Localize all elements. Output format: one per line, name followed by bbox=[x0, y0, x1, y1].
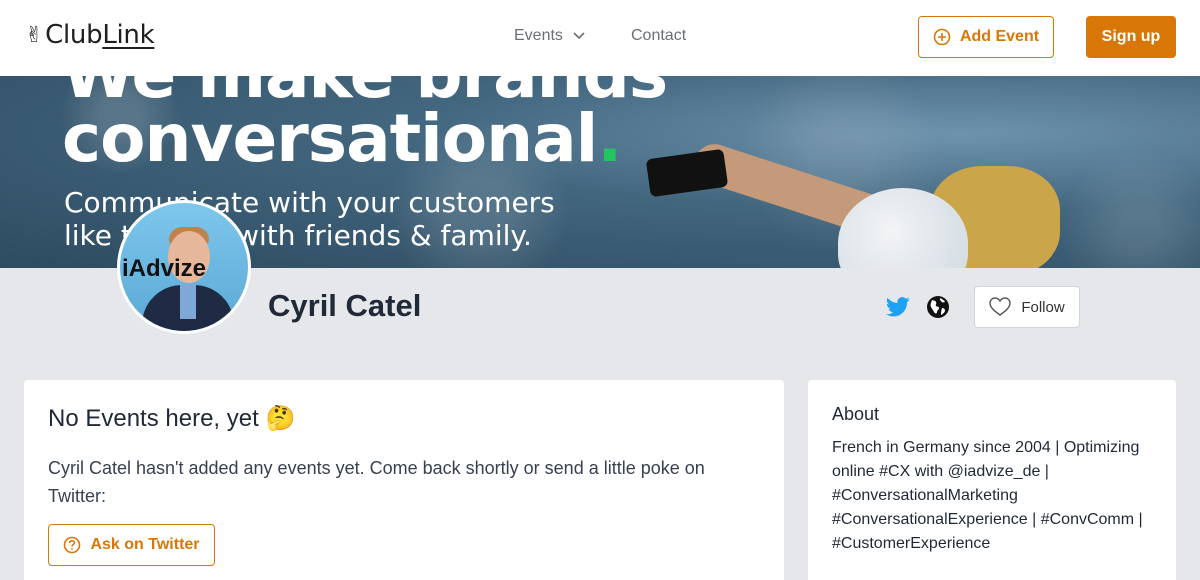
chevron-down-icon bbox=[573, 32, 585, 40]
nav-events-menu[interactable]: Events bbox=[514, 27, 585, 45]
logo-text-link: Link bbox=[102, 20, 155, 50]
avatar-shirt bbox=[180, 285, 196, 319]
nav-contact-label: Contact bbox=[631, 27, 687, 44]
logo-text-club: Club bbox=[45, 20, 103, 50]
question-circle-icon bbox=[64, 536, 81, 554]
add-event-button[interactable]: Add Event bbox=[918, 16, 1054, 58]
ask-on-twitter-label: Ask on Twitter bbox=[90, 536, 200, 553]
events-card: No Events here, yet 🤔 Cyril Catel hasn't… bbox=[24, 380, 784, 580]
nav-contact-link[interactable]: Contact bbox=[631, 27, 686, 45]
globe-icon[interactable] bbox=[926, 295, 950, 319]
ask-on-twitter-button[interactable]: Ask on Twitter bbox=[48, 524, 215, 566]
plus-circle-icon bbox=[933, 28, 951, 46]
banner-headline-2: conversational. bbox=[62, 100, 622, 177]
clublink-logo[interactable]: ✌ Club Link bbox=[25, 20, 155, 50]
follow-button[interactable]: Follow bbox=[974, 286, 1080, 328]
events-empty-title: No Events here, yet 🤔 bbox=[48, 405, 296, 432]
add-event-label: Add Event bbox=[959, 28, 1040, 45]
banner-subline-1: Communicate with your customers bbox=[64, 186, 555, 219]
heart-icon bbox=[989, 297, 1012, 316]
events-empty-text: Cyril Catel hasn't added any events yet.… bbox=[48, 458, 705, 506]
avatar-brand-text: iAdvize bbox=[122, 255, 207, 282]
about-text: French in Germany since 2004 | Optimizin… bbox=[832, 439, 1143, 552]
nav-events-label: Events bbox=[514, 27, 563, 44]
top-navbar: ✌ Club Link Events Contact Add Event Sig… bbox=[0, 0, 1200, 76]
follow-label: Follow bbox=[1021, 298, 1065, 316]
profile-name: Cyril Catel bbox=[268, 288, 422, 323]
banner-green-dot: . bbox=[597, 100, 622, 177]
banner-headline-2-text: conversational bbox=[62, 100, 598, 177]
about-title: About bbox=[832, 404, 880, 424]
signup-button[interactable]: Sign up bbox=[1086, 16, 1176, 58]
twitter-icon[interactable] bbox=[886, 296, 910, 318]
about-card: About French in Germany since 2004 | Opt… bbox=[808, 380, 1176, 580]
avatar: iAdvize bbox=[117, 200, 251, 334]
victory-hand-icon: ✌ bbox=[25, 22, 44, 48]
